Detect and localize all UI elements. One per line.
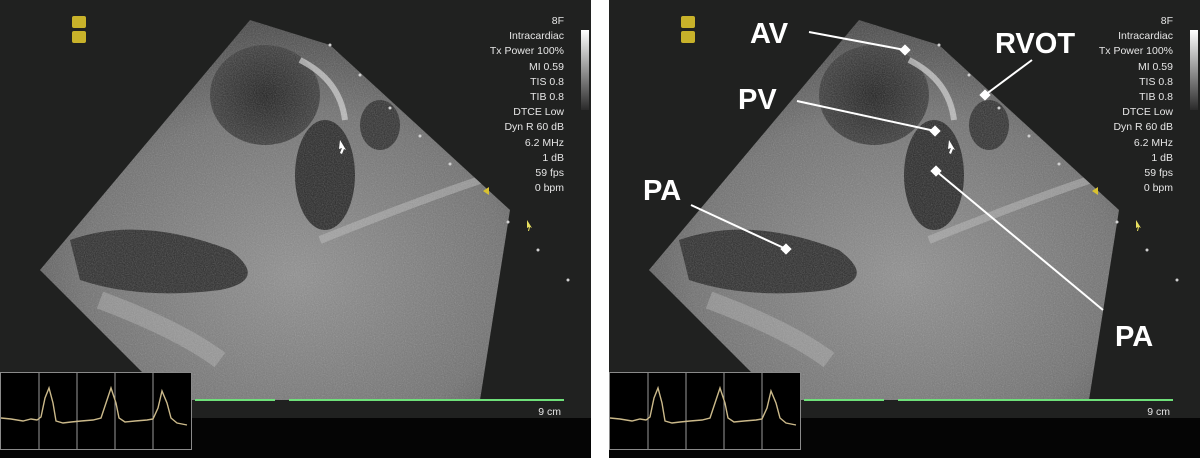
imaging-parameters: 8F Intracardiac Tx Power 100% MI 0.59 TI… [1099, 14, 1173, 196]
param-tis: TIS 0.8 [1139, 75, 1173, 88]
param-tx-power: Tx Power 100% [489, 45, 564, 58]
param-dynamic-range: Dyn R 60 dB [1113, 121, 1173, 134]
param-heart-rate: 0 bpm [534, 182, 564, 195]
ecg-trace [0, 373, 188, 449]
focus-marker-icon [483, 187, 489, 195]
param-probe: 8F [1160, 15, 1173, 27]
param-mode: Intracardiac [1118, 30, 1173, 43]
param-frequency: 6.2 MHz [524, 136, 564, 149]
param-dynamic-range: Dyn R 60 dB [504, 121, 564, 134]
label-pv: PV [738, 84, 777, 116]
param-mode: Intracardiac [509, 30, 564, 43]
rvot-pointer-line [984, 59, 1033, 96]
param-tx-power: Tx Power 100% [1098, 45, 1173, 58]
param-dtce: DTCE Low [1122, 106, 1173, 119]
ecg-strip [0, 372, 192, 450]
label-pa-left: PA [643, 175, 682, 207]
depth-label: 9 cm [1147, 406, 1170, 418]
grayscale-bar [1190, 30, 1198, 110]
depth-scale-line [898, 399, 1173, 401]
focus-arrow-icon [1136, 220, 1141, 231]
param-mi: MI 0.59 [528, 60, 564, 73]
focus-arrow-icon [527, 220, 532, 231]
ultrasound-panel-right: 8F Intracardiac Tx Power 100% MI 0.59 TI… [609, 0, 1200, 458]
param-probe: 8F [551, 15, 564, 27]
param-mi: MI 0.59 [1137, 60, 1173, 73]
ecg-strip [609, 372, 801, 450]
param-frame-rate: 59 fps [535, 167, 564, 180]
param-tis: TIS 0.8 [530, 75, 564, 88]
ecg-trace [609, 373, 797, 449]
param-heart-rate: 0 bpm [1143, 182, 1173, 195]
logo-icon [681, 16, 695, 44]
param-frame-rate: 59 fps [1144, 167, 1173, 180]
imaging-parameters: 8F Intracardiac Tx Power 100% MI 0.59 TI… [490, 14, 564, 196]
depth-scale-line [289, 399, 564, 401]
param-gain: 1 dB [1151, 151, 1173, 164]
label-rvot: RVOT [995, 28, 1076, 60]
param-tib: TIB 0.8 [530, 91, 564, 104]
label-av: AV [750, 18, 789, 50]
depth-scale-line [195, 399, 275, 401]
ultrasound-panel-left: 8F Intracardiac Tx Power 100% MI 0.59 TI… [0, 0, 591, 458]
param-tib: TIB 0.8 [1139, 91, 1173, 104]
grayscale-bar [581, 30, 589, 110]
depth-scale-line [804, 399, 884, 401]
param-gain: 1 dB [542, 151, 564, 164]
label-pa-right: PA [1115, 321, 1154, 353]
focus-marker-icon [1092, 187, 1098, 195]
depth-label: 9 cm [538, 406, 561, 418]
param-dtce: DTCE Low [513, 106, 564, 119]
logo-icon [72, 16, 86, 44]
param-frequency: 6.2 MHz [1133, 136, 1173, 149]
